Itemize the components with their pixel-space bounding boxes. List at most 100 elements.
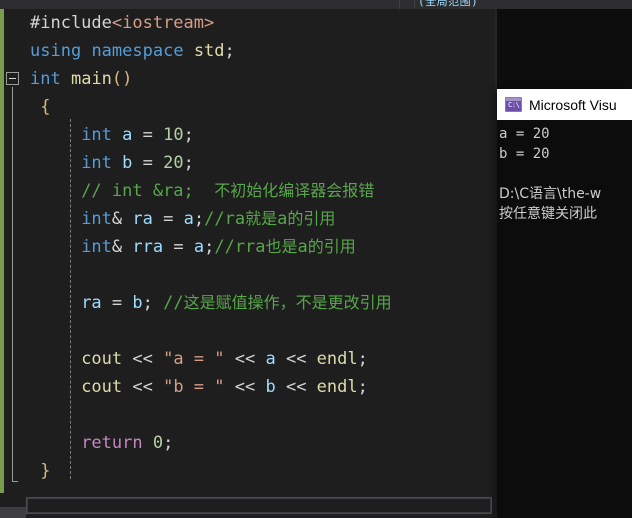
code-token: 不初始化编译器会报错: [214, 181, 375, 200]
line-ref-ra[interactable]: int& ra = a;//ra就是a的引用: [26, 205, 495, 233]
line-comment-noinit[interactable]: // int &ra; 不初始化编译器会报错: [26, 177, 495, 205]
code-token: return: [81, 433, 143, 453]
code-token: 这是赋值操作，不是更改引用: [183, 293, 392, 312]
code-token: namespace: [91, 41, 184, 61]
line-include[interactable]: #include<iostream>: [26, 9, 495, 37]
console-window-icon: C:\: [505, 97, 522, 112]
editor-horizontal-scrollbar-area[interactable]: [0, 493, 495, 518]
line-return[interactable]: return 0;: [26, 429, 495, 457]
code-token: int: [81, 209, 112, 229]
line-close-brace[interactable]: }: [26, 457, 495, 485]
code-token: endl: [316, 349, 358, 369]
scope-dropdown-label[interactable]: (全局范围): [418, 0, 478, 9]
line-assign-ra[interactable]: ra = b; //这是赋值操作，不是更改引用: [26, 289, 495, 317]
console-line-text: D:\C语言\the-w: [499, 186, 602, 202]
bottom-left-strip: [0, 507, 26, 518]
code-token: =: [132, 125, 164, 145]
code-text-area[interactable]: #include<iostream> using namespace std; in…: [26, 9, 495, 493]
code-token: 的引用: [307, 237, 356, 256]
line-cout-a[interactable]: cout << "a = " << a << endl;: [26, 345, 495, 373]
line-cout-b[interactable]: cout << "b = " << b << endl;: [26, 373, 495, 401]
line-int-a[interactable]: int a = 10;: [26, 121, 495, 149]
code-token: int: [81, 153, 112, 173]
code-token: //rra: [214, 237, 266, 257]
console-blank: [499, 164, 632, 184]
code-token: //: [163, 293, 184, 313]
console-output-area[interactable]: a = 20 b = 20 D:\C语言\the-w 按任意键关闭此: [497, 120, 632, 518]
console-a: a = 20: [499, 126, 550, 142]
code-token: =: [132, 153, 164, 173]
line-blank-3[interactable]: [26, 401, 495, 429]
fold-region-guide: [12, 87, 13, 482]
code-token: &: [111, 237, 123, 257]
horizontal-scrollbar-thumb[interactable]: [28, 499, 490, 512]
code-token: a: [183, 209, 194, 229]
code-token: ;: [183, 153, 194, 173]
console-path: D:\C语言\the-w: [499, 184, 632, 204]
code-token: b: [265, 377, 276, 397]
code-token: b: [132, 293, 143, 313]
code-token: <<: [224, 349, 266, 369]
debug-console-window[interactable]: C:\ Microsoft Visu a = 20 b = 20 D:\C语言\th…: [497, 89, 632, 518]
top-strip-left-section: [0, 0, 400, 9]
code-token: =: [163, 237, 194, 257]
line-using[interactable]: using namespace std;: [26, 37, 495, 65]
code-token: #include: [30, 13, 112, 33]
code-editor[interactable]: #include<iostream> using namespace std; in…: [0, 9, 495, 493]
console-title-label: Microsoft Visu: [529, 96, 617, 113]
horizontal-scrollbar-track[interactable]: [26, 497, 492, 514]
code-token: a: [265, 349, 276, 369]
code-token: b: [122, 153, 133, 173]
console-line-text: 按任意键关闭此: [499, 206, 597, 222]
code-token: 10: [163, 125, 184, 145]
code-token: <iostream>: [111, 13, 215, 33]
code-token: rra: [132, 237, 164, 257]
code-token: endl: [316, 377, 358, 397]
line-ref-rra[interactable]: int& rra = a;//rra也是a的引用: [26, 233, 495, 261]
code-token: =: [152, 209, 184, 229]
console-titlebar[interactable]: C:\ Microsoft Visu: [497, 89, 632, 120]
code-token: }: [40, 461, 51, 481]
code-token: 的引用: [287, 209, 336, 228]
console-icon-text: C:\: [508, 101, 520, 109]
line-open-brace[interactable]: {: [26, 93, 495, 121]
code-token: <<: [122, 349, 164, 369]
code-token: <<: [224, 377, 266, 397]
line-blank-2[interactable]: [26, 317, 495, 345]
code-token: main: [70, 69, 112, 89]
code-token: a: [277, 209, 288, 229]
line-main[interactable]: int main(): [26, 65, 495, 93]
code-token: 20: [163, 153, 184, 173]
code-token: a: [297, 237, 308, 257]
line-blank-1[interactable]: [26, 261, 495, 289]
code-token: ra: [132, 209, 153, 229]
code-token: "a = ": [163, 349, 225, 369]
collapse-region-icon[interactable]: [6, 72, 19, 85]
code-token: "b = ": [163, 377, 225, 397]
code-token: (): [111, 69, 133, 89]
code-token: ;: [204, 237, 215, 257]
console-prompt: 按任意键关闭此: [499, 204, 632, 224]
code-token: int: [81, 125, 112, 145]
fold-region-guide-foot: [12, 481, 18, 482]
code-token: cout: [81, 349, 123, 369]
line-int-b[interactable]: int b = 20;: [26, 149, 495, 177]
code-token: 就是: [245, 209, 278, 228]
